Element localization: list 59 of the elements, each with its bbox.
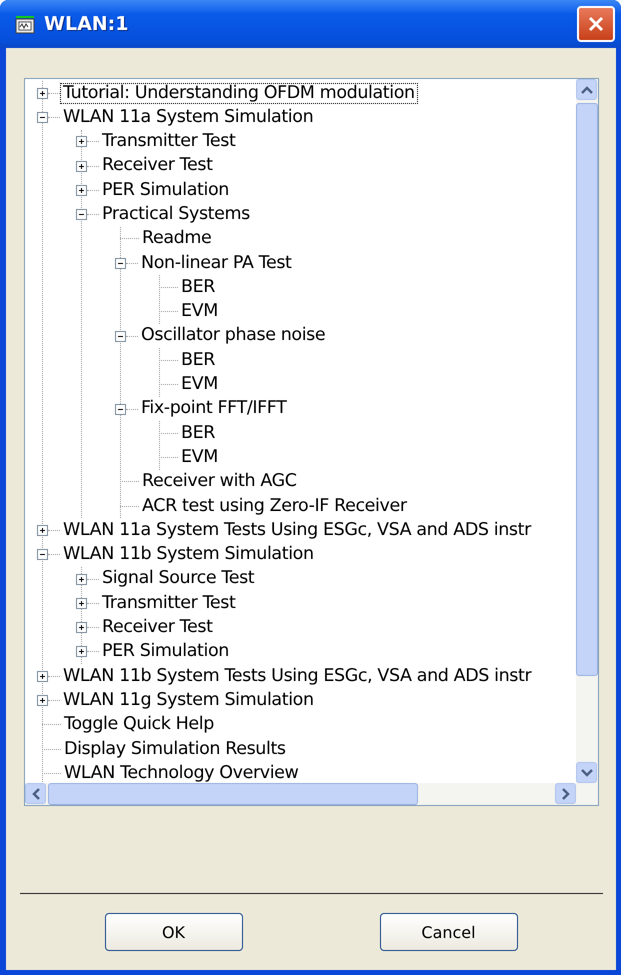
- tree-item[interactable]: EVM: [178, 374, 221, 396]
- tree-item[interactable]: Fix-point FFT/IFFT: [138, 398, 290, 420]
- vertical-scrollbar[interactable]: [576, 79, 598, 783]
- tree-item[interactable]: Readme: [139, 228, 214, 250]
- collapse-icon[interactable]: [115, 404, 126, 414]
- tree-item[interactable]: Transmitter Test: [99, 592, 238, 614]
- dialog-button[interactable]: Cancel: [380, 913, 518, 951]
- tree-item[interactable]: EVM: [178, 301, 221, 322]
- tree-item[interactable]: BER: [178, 422, 218, 444]
- tree-item[interactable]: PER Simulation: [99, 641, 232, 663]
- tree-item[interactable]: Receiver Test: [99, 155, 216, 177]
- tree-item[interactable]: WLAN Technology Overview: [61, 762, 302, 783]
- tree-item[interactable]: Non-linear PA Test: [138, 252, 294, 274]
- tree-item[interactable]: WLAN 11a System Simulation: [60, 106, 316, 128]
- scroll-thumb[interactable]: [48, 783, 418, 805]
- expand-icon[interactable]: [76, 136, 87, 148]
- tree-item[interactable]: BER: [178, 276, 218, 298]
- tree-item[interactable]: WLAN 11b System Simulation: [60, 544, 317, 566]
- scroll-thumb[interactable]: [576, 103, 598, 676]
- tree-item[interactable]: WLAN 11b System Tests Using ESGc, VSA and ADS instr: [60, 666, 534, 687]
- horizontal-scrollbar[interactable]: [25, 783, 598, 805]
- app-icon: [14, 13, 36, 35]
- expand-icon[interactable]: [37, 695, 48, 706]
- collapse-icon[interactable]: [76, 209, 87, 220]
- scroll-up-icon[interactable]: [576, 79, 597, 100]
- tree-item[interactable]: Signal Source Test: [99, 568, 258, 590]
- scroll-left-icon[interactable]: [25, 783, 46, 804]
- scroll-right-icon[interactable]: [555, 783, 576, 804]
- tree-item[interactable]: WLAN 11a System Tests Using ESGc, VSA and ADS instr: [60, 520, 534, 542]
- expand-icon[interactable]: [37, 88, 48, 99]
- expand-icon[interactable]: [37, 670, 48, 682]
- tree-item[interactable]: ACR test using Zero-IF Receiver: [139, 496, 410, 517]
- tree-item[interactable]: WLAN 11g System Simulation: [60, 690, 317, 712]
- tree-item[interactable]: Display Simulation Results: [61, 738, 289, 760]
- expand-icon[interactable]: [76, 160, 87, 172]
- collapse-icon[interactable]: [37, 549, 48, 560]
- collapse-icon[interactable]: [115, 258, 126, 269]
- expand-icon[interactable]: [76, 598, 87, 609]
- expand-icon[interactable]: [76, 622, 87, 634]
- tree-item[interactable]: Tutorial: Understanding OFDM modulation: [60, 82, 418, 104]
- expand-icon[interactable]: [76, 574, 87, 585]
- collapse-icon[interactable]: [115, 330, 126, 342]
- tree-item[interactable]: PER Simulation: [99, 180, 232, 201]
- tree-item[interactable]: EVM: [178, 446, 221, 468]
- expand-icon[interactable]: [37, 524, 48, 536]
- tree-item[interactable]: Transmitter Test: [99, 131, 238, 152]
- tree-item[interactable]: Toggle Quick Help: [61, 714, 217, 736]
- dialog-button[interactable]: OK: [104, 913, 242, 951]
- tree-item[interactable]: BER: [178, 350, 218, 372]
- expand-icon[interactable]: [76, 184, 87, 196]
- tree-item[interactable]: Receiver with AGC: [139, 471, 300, 493]
- expand-icon[interactable]: [76, 646, 87, 658]
- scroll-down-icon[interactable]: [576, 762, 597, 783]
- close-button[interactable]: [577, 6, 615, 42]
- tree-item[interactable]: Practical Systems: [99, 204, 253, 226]
- tree-item[interactable]: Receiver Test: [99, 617, 216, 638]
- tree-item[interactable]: Oscillator phase noise: [138, 325, 328, 347]
- window-title: WLAN:1: [44, 13, 130, 35]
- collapse-icon[interactable]: [37, 112, 48, 123]
